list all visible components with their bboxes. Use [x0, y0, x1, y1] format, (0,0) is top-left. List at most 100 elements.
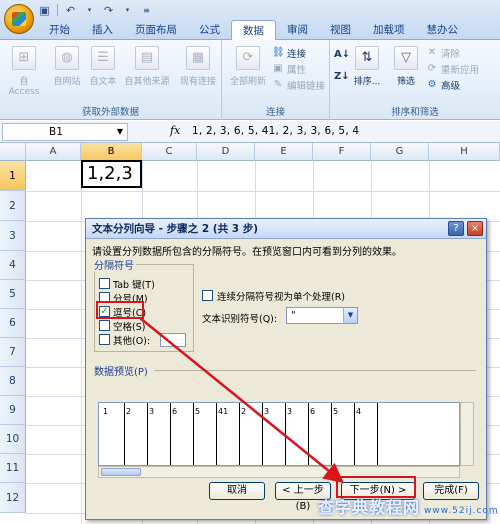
preview-column-break[interactable] [377, 403, 378, 465]
formula-content[interactable]: 1, 2, 3, 6, 5, 41, 2, 3, 3, 6, 5, 4 [192, 125, 359, 137]
row-header[interactable]: 5 [0, 280, 26, 309]
preview-column-break[interactable] [193, 403, 194, 465]
tab-view[interactable]: 视图 [319, 20, 362, 40]
other-delimiter-input[interactable] [160, 333, 186, 347]
dropdown-icon[interactable]: ▾ [83, 4, 96, 17]
row-header[interactable]: 12 [0, 483, 26, 513]
column-header[interactable]: D [197, 143, 255, 161]
preview-column-break[interactable] [308, 403, 309, 465]
dropdown-icon[interactable]: ▾ [121, 4, 134, 17]
name-box[interactable]: B1 ▼ [2, 123, 128, 141]
title-bar: ▣ ↶ ▾ ↷ ▾ ≡ 开始 插入 页面布局 公式 数据 审阅 视图 加载项 慧… [0, 0, 500, 41]
column-header[interactable]: G [371, 143, 429, 161]
insert-function-icon[interactable]: fx [170, 124, 180, 137]
from-text-button[interactable]: ☰ 自文本 [86, 46, 120, 87]
cancel-button[interactable]: 取消 [209, 482, 265, 500]
filter-button[interactable]: ▽ 筛选 [390, 46, 422, 87]
save-icon[interactable]: ▣ [38, 4, 51, 17]
chevron-down-icon[interactable]: ▼ [343, 308, 357, 323]
column-header[interactable]: A [26, 143, 81, 161]
delimiter-other[interactable]: 其他(O): [99, 333, 150, 347]
close-button[interactable]: × [467, 221, 483, 236]
quick-access-toolbar: ▣ ↶ ▾ ↷ ▾ ≡ [38, 2, 153, 18]
preview-column-break[interactable] [147, 403, 148, 465]
sort-label: 排序... [353, 77, 381, 87]
space-checkbox[interactable] [99, 320, 110, 331]
text-qualifier-select[interactable]: " ▼ [286, 307, 358, 324]
clear-filter-label: 清除 [441, 49, 461, 60]
select-all-corner[interactable] [0, 143, 26, 161]
customize-qat-icon[interactable]: ≡ [140, 4, 153, 17]
row-header[interactable]: 1 [0, 161, 26, 191]
row-header[interactable]: 6 [0, 309, 26, 338]
office-button[interactable] [4, 4, 34, 34]
row-header[interactable]: 3 [0, 221, 26, 251]
row-header[interactable]: 9 [0, 396, 26, 425]
preview-vertical-scrollbar[interactable] [460, 402, 474, 466]
column-header[interactable]: B [81, 143, 142, 161]
tab-insert[interactable]: 插入 [81, 20, 124, 40]
refresh-icon: ⟳ [236, 46, 260, 70]
tab-data[interactable]: 数据 [231, 20, 276, 41]
tab-page-layout[interactable]: 页面布局 [124, 20, 188, 40]
name-box-value: B1 [49, 126, 63, 138]
column-header[interactable]: C [142, 143, 197, 161]
undo-icon[interactable]: ↶ [64, 4, 77, 17]
tab-home[interactable]: 开始 [38, 20, 81, 40]
other-checkbox[interactable] [99, 334, 110, 345]
consecutive-checkbox[interactable] [202, 290, 213, 301]
office-logo-icon [12, 12, 26, 26]
preview-column-break[interactable] [239, 403, 240, 465]
preview-column-break[interactable] [331, 403, 332, 465]
tab-formulas[interactable]: 公式 [188, 20, 231, 40]
tab-office-helper[interactable]: 慧办公 [416, 20, 470, 40]
data-preview[interactable]: 1 2 3 6 5 41 2 3 3 6 5 4 [98, 402, 460, 466]
column-header[interactable]: F [313, 143, 371, 161]
tab-review[interactable]: 审阅 [276, 20, 319, 40]
row-header[interactable]: 10 [0, 425, 26, 454]
cell-b1[interactable]: 1,2,3 [81, 160, 142, 188]
row-header[interactable]: 2 [0, 191, 26, 221]
consecutive-delimiters-option[interactable]: 连续分隔符号视为单个处理(R) [202, 289, 346, 303]
sort-descending-button[interactable]: Z↓ [334, 70, 350, 84]
preview-column-break[interactable] [262, 403, 263, 465]
row-header[interactable]: 11 [0, 454, 26, 483]
reapply-button[interactable]: ⟳ 重新应用 [426, 62, 479, 76]
group-label-connections: 连接 [265, 107, 285, 118]
scrollbar-thumb[interactable] [101, 468, 141, 476]
redo-icon[interactable]: ↷ [102, 4, 115, 17]
tab-checkbox[interactable] [99, 278, 110, 289]
preview-cell: 6 [310, 407, 316, 416]
clear-filter-button[interactable]: ✕ 清除 [426, 46, 460, 60]
advanced-filter-button[interactable]: ⚙ 高级 [426, 78, 461, 92]
delimiter-space[interactable]: 空格(S) [99, 319, 145, 333]
preview-column-break[interactable] [216, 403, 217, 465]
preview-column-break[interactable] [285, 403, 286, 465]
help-button[interactable]: ? [448, 221, 464, 236]
preview-column-break[interactable] [170, 403, 171, 465]
row-header[interactable]: 4 [0, 251, 26, 280]
row-header[interactable]: 7 [0, 338, 26, 367]
existing-connections-button[interactable]: ▦ 现有连接 [176, 46, 220, 87]
sort-ascending-button[interactable]: A↓ [334, 48, 350, 62]
from-access-button[interactable]: ⊞ 自 Access [4, 46, 44, 97]
connections-label: 连接 [287, 49, 307, 60]
from-other-sources-button[interactable]: ▤ 自其他来源 [120, 46, 174, 87]
chevron-down-icon[interactable]: ▼ [117, 124, 123, 140]
reapply-label: 重新应用 [441, 65, 480, 76]
sort-button[interactable]: ⇅ 排序... [350, 46, 384, 87]
delimiter-tab[interactable]: Tab 键(T) [99, 277, 155, 291]
tab-add-ins[interactable]: 加载项 [362, 20, 416, 40]
column-header[interactable]: H [429, 143, 500, 161]
text-qualifier-label: 文本识别符号(Q): [202, 314, 278, 325]
edit-links-button[interactable]: ✎ 编辑链接 [272, 78, 325, 92]
from-web-button[interactable]: ◍ 自网站 [50, 46, 84, 87]
refresh-all-button[interactable]: ⟳ 全部刷新 [226, 46, 270, 87]
column-header[interactable]: E [255, 143, 313, 161]
row-header[interactable]: 8 [0, 367, 26, 396]
preview-column-break[interactable] [354, 403, 355, 465]
preview-column-break[interactable] [124, 403, 125, 465]
connections-button[interactable]: ⛓ 连接 [272, 46, 306, 60]
consecutive-label: 连续分隔符号视为单个处理(R) [217, 291, 346, 303]
properties-button[interactable]: ▣ 属性 [272, 62, 306, 76]
